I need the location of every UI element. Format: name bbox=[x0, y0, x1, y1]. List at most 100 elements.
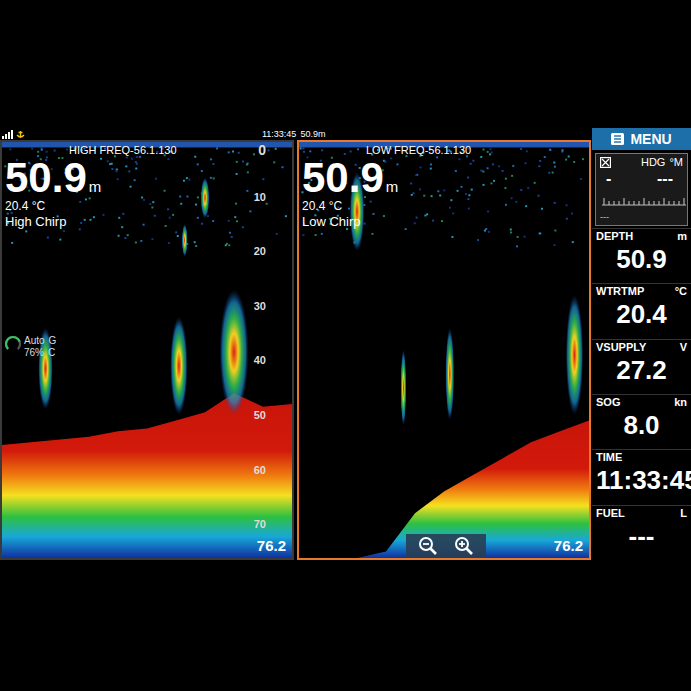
gain-letter: C bbox=[48, 347, 55, 359]
fish-school bbox=[220, 289, 249, 415]
heading-box: HDG°M------- bbox=[595, 153, 688, 226]
instrument-label: SOG bbox=[596, 396, 620, 409]
instrument-value: 50.9 bbox=[596, 243, 687, 275]
heading-value: --- bbox=[657, 169, 673, 188]
instrument-item: WTRTMP °C20.4 bbox=[592, 283, 691, 338]
gain-row: 76% C bbox=[24, 347, 56, 359]
bottom-profile bbox=[2, 393, 292, 558]
depth-tick: 50 bbox=[254, 408, 266, 421]
instrument-item: TIME11:33:45 bbox=[592, 449, 691, 504]
sonar-mode: Low Chirp bbox=[302, 214, 471, 230]
instrument-header: SOG kn bbox=[596, 396, 687, 409]
gain-mode: Auto bbox=[24, 335, 45, 347]
depth-tick: 10 bbox=[254, 190, 266, 203]
depth-range: 76.2 bbox=[554, 537, 583, 555]
sonar-panes: HIGH FREQ-56.1.13050.9m20.4 °CHigh Chirp… bbox=[0, 140, 592, 560]
depth-tick: 60 bbox=[254, 463, 266, 476]
instrument-label: WTRTMP bbox=[596, 285, 644, 298]
heading-values: ---- bbox=[600, 169, 683, 188]
depth-tick: 0 bbox=[258, 144, 266, 157]
instrument-item: FUEL L--- bbox=[592, 505, 691, 560]
menu-button[interactable]: MENU bbox=[592, 128, 691, 150]
instrument-value: --- bbox=[596, 520, 687, 552]
sonar-pane[interactable]: LOW FREQ-56.1.13050.9m20.4 °CLow Chirp 76… bbox=[297, 140, 591, 560]
gain-letter: G bbox=[49, 335, 57, 347]
depth-tick: 70 bbox=[254, 518, 266, 531]
zoom-in-icon bbox=[454, 536, 474, 556]
instrument-header: DEPTH m bbox=[596, 230, 687, 243]
status-bar: 11:33:45 50.9m bbox=[0, 128, 592, 140]
heading-value-left: - bbox=[606, 169, 611, 188]
gain-value: 76% bbox=[24, 347, 44, 359]
depth-tick: 20 bbox=[254, 245, 266, 258]
instrument-panel: MENUHDG°M-------DEPTHm50.9WTRTMP°C20.4VS… bbox=[592, 128, 691, 560]
instrument-header: TIME bbox=[596, 451, 687, 464]
water-temperature: 20.4 °C bbox=[5, 199, 177, 214]
instrument-header: FUEL L bbox=[596, 507, 687, 520]
gain-texts: Auto G 76% C bbox=[24, 335, 56, 359]
close-box-icon bbox=[600, 157, 611, 168]
status-time: 11:33:45 bbox=[262, 128, 296, 140]
zoom-out-button[interactable] bbox=[417, 535, 439, 557]
pane-info: LOW FREQ-56.1.13050.9m20.4 °CLow Chirp bbox=[299, 142, 471, 230]
menu-icon bbox=[611, 133, 624, 145]
instrument-label: TIME bbox=[596, 451, 622, 464]
compass-scale-icon bbox=[600, 195, 688, 207]
main-area: 11:33:4550.9mHIGH FREQ-56.1.13050.9m20.4… bbox=[0, 128, 592, 560]
pane-title: HIGH FREQ-56.1.130 bbox=[5, 144, 177, 157]
sonar-pane[interactable]: HIGH FREQ-56.1.13050.9m20.4 °CHigh Chirp… bbox=[0, 140, 294, 560]
instrument-unit: kn bbox=[674, 396, 687, 409]
instrument-item: DEPTH m50.9 bbox=[592, 228, 691, 283]
water-temperature: 20.4 °C bbox=[302, 199, 471, 214]
depth-range: 76.2 bbox=[257, 537, 286, 555]
instrument-value: 20.4 bbox=[596, 298, 687, 330]
instrument-header: WTRTMP °C bbox=[596, 285, 687, 298]
instrument-label: VSUPPLY bbox=[596, 341, 646, 354]
depth-value: 50.9 bbox=[302, 157, 384, 199]
status-depth: 50.9m bbox=[300, 128, 325, 140]
echogram bbox=[299, 142, 589, 558]
instrument-unit: L bbox=[680, 507, 687, 520]
fish-school bbox=[445, 328, 454, 421]
sonar-mode: High Chirp bbox=[5, 214, 177, 230]
fish-school bbox=[566, 295, 583, 415]
depth-readout: 50.9m bbox=[5, 157, 177, 199]
instrument-value: 27.2 bbox=[596, 354, 687, 386]
instrument-item: VSUPPLY V27.2 bbox=[592, 339, 691, 394]
instrument-label: DEPTH bbox=[596, 230, 633, 243]
depth-unit: m bbox=[386, 176, 399, 199]
depth-readout: 50.9m bbox=[302, 157, 471, 199]
heading-unit: °M bbox=[669, 156, 683, 169]
bottom-profile bbox=[299, 420, 589, 558]
gain-gauge-icon bbox=[4, 335, 22, 353]
echogram bbox=[2, 142, 292, 558]
anchor-icon bbox=[16, 130, 25, 139]
heading-footer: --- bbox=[600, 212, 683, 223]
signal-icon bbox=[2, 130, 14, 139]
instrument-value: 8.0 bbox=[596, 409, 687, 441]
instrument-unit: V bbox=[680, 341, 687, 354]
depth-value: 50.9 bbox=[5, 157, 87, 199]
status-icons bbox=[0, 130, 262, 139]
instrument-item: SOG kn8.0 bbox=[592, 394, 691, 449]
gain-row: Auto G bbox=[24, 335, 56, 347]
zoom-in-button[interactable] bbox=[453, 535, 475, 557]
gain-level bbox=[4, 335, 22, 353]
heading-header: HDG °M bbox=[600, 156, 683, 169]
instrument-value: 11:33:45 bbox=[596, 464, 687, 496]
instrument-header: VSUPPLY V bbox=[596, 341, 687, 354]
gain-control[interactable]: Auto G 76% C bbox=[4, 335, 56, 359]
instrument-unit: m bbox=[677, 230, 687, 243]
zoom-controls bbox=[406, 534, 486, 558]
depth-tick: 30 bbox=[254, 299, 266, 312]
menu-label: MENU bbox=[630, 129, 671, 150]
sonar-screen: 11:33:4550.9mHIGH FREQ-56.1.13050.9m20.4… bbox=[0, 128, 691, 560]
zoom-out-icon bbox=[418, 536, 438, 556]
fish-school bbox=[170, 317, 187, 415]
pane-info: HIGH FREQ-56.1.13050.9m20.4 °CHigh Chirp bbox=[2, 142, 177, 230]
instrument-unit: °C bbox=[675, 285, 687, 298]
pane-title: LOW FREQ-56.1.130 bbox=[302, 144, 471, 157]
heading-label: HDG bbox=[641, 156, 665, 169]
depth-unit: m bbox=[89, 176, 102, 199]
instrument-label: FUEL bbox=[596, 507, 625, 520]
